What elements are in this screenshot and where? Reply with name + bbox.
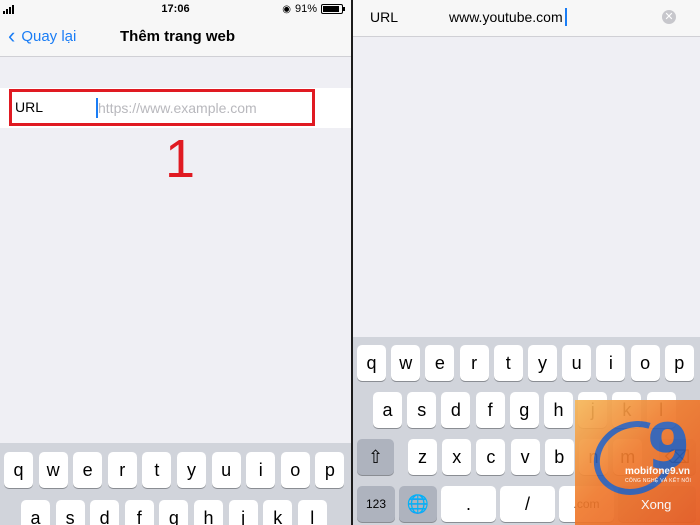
key-b[interactable]: b (544, 439, 574, 475)
logo-tagline: CÔNG NGHỆ VÀ KẾT NỐI (625, 478, 692, 484)
key-g[interactable]: g (159, 500, 189, 525)
key-a[interactable]: a (21, 500, 50, 525)
shift-key[interactable]: ⇧ (357, 439, 394, 475)
key-r[interactable]: r (459, 345, 489, 381)
done-key-label: Xong (641, 497, 672, 512)
logo-brand: mobifone9.vn (625, 466, 691, 477)
chevron-left-icon: ‹ (8, 23, 16, 48)
text-cursor (565, 8, 567, 26)
navigation-bar: ‹ Quay lại Thêm trang web (0, 18, 351, 57)
key-k[interactable]: k (263, 500, 293, 525)
key-o[interactable]: o (280, 452, 310, 488)
key-y[interactable]: y (177, 452, 206, 488)
key-h[interactable]: h (194, 500, 223, 525)
key-u[interactable]: u (211, 452, 241, 488)
key-f[interactable]: f (475, 392, 505, 428)
key-r[interactable]: r (107, 452, 137, 488)
watermark-logo: 9 mobifone9.vn CÔNG NGHỆ VÀ KẾT NỐI Xong (575, 400, 700, 525)
key-q[interactable]: q (4, 452, 33, 488)
key-s[interactable]: s (407, 392, 437, 428)
globe-icon[interactable]: 🌐 (399, 486, 437, 522)
key-a[interactable]: a (373, 392, 402, 428)
key-y[interactable]: y (528, 345, 557, 381)
back-label: Quay lại (21, 27, 77, 45)
keyboard: qwertyuiop asdfghjkl (0, 443, 351, 525)
numbers-key[interactable]: 123 (357, 486, 395, 522)
key-j[interactable]: j (228, 500, 258, 525)
key-w[interactable]: w (391, 345, 421, 381)
back-button[interactable]: ‹ Quay lại (8, 23, 77, 48)
key-i[interactable]: i (246, 452, 276, 488)
clear-icon[interactable]: ✕ (662, 10, 676, 24)
key-e[interactable]: e (73, 452, 103, 488)
url-bar: URL www.youtube.com ✕ (353, 0, 700, 37)
key-l[interactable]: l (297, 500, 327, 525)
key-f[interactable]: f (124, 500, 154, 525)
key-w[interactable]: w (38, 452, 68, 488)
key-g[interactable]: g (509, 392, 539, 428)
key-x[interactable]: x (442, 439, 472, 475)
key-i[interactable]: i (596, 345, 626, 381)
key-u[interactable]: u (562, 345, 592, 381)
key-o[interactable]: o (630, 345, 660, 381)
key-c[interactable]: c (476, 439, 506, 475)
orientation-lock-icon: ◉ (282, 3, 291, 15)
status-bar: 17:06 ◉ 91% (0, 0, 351, 18)
key-h[interactable]: h (544, 392, 573, 428)
key-q[interactable]: q (357, 345, 386, 381)
slash-key[interactable]: / (500, 486, 555, 522)
highlight-box (9, 89, 315, 126)
key-v[interactable]: v (510, 439, 540, 475)
dot-key[interactable]: . (441, 486, 496, 522)
left-screenshot: 17:06 ◉ 91% ‹ Quay lại Thêm trang web UR… (0, 0, 351, 525)
key-e[interactable]: e (425, 345, 455, 381)
key-d[interactable]: d (441, 392, 471, 428)
key-z[interactable]: z (408, 439, 437, 475)
key-t[interactable]: t (493, 345, 523, 381)
url-input[interactable]: www.youtube.com (449, 9, 563, 25)
key-t[interactable]: t (142, 452, 172, 488)
key-p[interactable]: p (315, 452, 345, 488)
battery-percent: 91% (294, 3, 317, 15)
step-number: 1 (165, 129, 196, 189)
key-s[interactable]: s (55, 500, 85, 525)
key-d[interactable]: d (90, 500, 120, 525)
url-label: URL (370, 9, 399, 25)
page-title: Thêm trang web (120, 28, 236, 45)
battery-icon (321, 4, 345, 14)
key-p[interactable]: p (664, 345, 694, 381)
